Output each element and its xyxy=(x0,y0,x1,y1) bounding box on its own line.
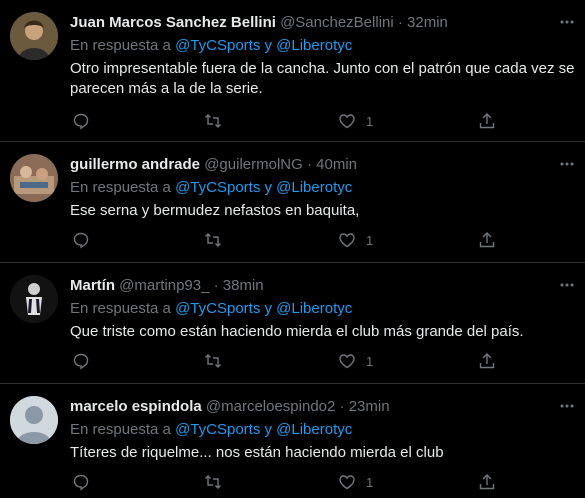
display-name[interactable]: Martín xyxy=(70,277,115,294)
reply-to-link[interactable]: @TyCSports y @Liberotyc xyxy=(175,179,352,196)
reply-prefix: En respuesta a xyxy=(70,37,171,54)
more-options-icon[interactable] xyxy=(559,156,575,172)
avatar[interactable] xyxy=(10,275,58,323)
tweet[interactable]: marcelo espindola @marceloespindo2 · 23m… xyxy=(0,384,585,498)
separator-dot: · xyxy=(397,14,403,31)
user-handle[interactable]: @SanchezBellini xyxy=(280,14,394,31)
heart-icon xyxy=(339,475,355,490)
tweet[interactable]: Juan Marcos Sanchez Bellini @SanchezBell… xyxy=(0,0,585,142)
reply-prefix: En respuesta a xyxy=(70,179,171,196)
tweet-actions: 1 xyxy=(70,471,570,493)
display-name[interactable]: guillermo andrade xyxy=(70,156,200,173)
user-photo-icon xyxy=(10,12,58,60)
timestamp[interactable]: 40min xyxy=(316,156,357,173)
share-button[interactable] xyxy=(478,350,496,372)
like-count: 1 xyxy=(366,353,374,369)
tweet-actions: 1 xyxy=(70,350,570,372)
reply-prefix: En respuesta a xyxy=(70,300,171,317)
reply-icon xyxy=(73,353,89,370)
reply-button[interactable] xyxy=(72,110,90,132)
tweet-text: Que triste como están haciendo mierda el… xyxy=(70,323,524,340)
reply-icon xyxy=(73,474,89,491)
user-photo-icon xyxy=(10,275,58,323)
retweet-icon xyxy=(205,114,221,128)
share-button[interactable] xyxy=(478,471,496,493)
tweet-header: guillermo andrade @guilermolNG · 40min xyxy=(70,156,357,174)
reply-context: En respuesta a @TyCSports y @Liberotyc xyxy=(70,37,352,55)
avatar[interactable] xyxy=(10,12,58,60)
reply-button[interactable] xyxy=(72,471,90,493)
share-button[interactable] xyxy=(478,110,496,132)
share-icon xyxy=(479,353,495,369)
reply-to-link[interactable]: @TyCSports y @Liberotyc xyxy=(175,37,352,54)
like-count: 1 xyxy=(366,113,374,129)
more-options-icon[interactable] xyxy=(559,14,575,30)
retweet-button[interactable] xyxy=(204,110,222,132)
tweet-text: Ese serna y bermudez nefastos en baquita… xyxy=(70,202,360,219)
tweet[interactable]: Martín @martinp93_ · 38min En respuesta … xyxy=(0,263,585,384)
heart-icon xyxy=(339,114,355,129)
timestamp[interactable]: 38min xyxy=(223,277,264,294)
heart-icon xyxy=(339,233,355,248)
avatar[interactable] xyxy=(10,396,58,444)
share-button[interactable] xyxy=(478,229,496,251)
separator-dot: · xyxy=(339,398,345,415)
share-icon xyxy=(479,232,495,248)
separator-dot: · xyxy=(213,277,219,294)
tweet-header: Juan Marcos Sanchez Bellini @SanchezBell… xyxy=(70,14,448,32)
timestamp[interactable]: 23min xyxy=(349,398,390,415)
default-avatar-icon xyxy=(10,396,58,444)
like-count: 1 xyxy=(366,232,374,248)
tweet-text: Títeres de riquelme... nos están haciend… xyxy=(70,444,444,461)
reply-to-link[interactable]: @TyCSports y @Liberotyc xyxy=(175,421,352,438)
reply-context: En respuesta a @TyCSports y @Liberotyc xyxy=(70,300,352,318)
reply-context: En respuesta a @TyCSports y @Liberotyc xyxy=(70,179,352,197)
user-handle[interactable]: @guilermolNG xyxy=(204,156,303,173)
tweet-header: marcelo espindola @marceloespindo2 · 23m… xyxy=(70,398,390,416)
more-options-icon[interactable] xyxy=(559,277,575,293)
like-count: 1 xyxy=(366,474,374,490)
retweet-button[interactable] xyxy=(204,229,222,251)
retweet-button[interactable] xyxy=(204,471,222,493)
tweet-header: Martín @martinp93_ · 38min xyxy=(70,277,264,295)
reply-button[interactable] xyxy=(72,229,90,251)
share-icon xyxy=(479,113,495,129)
reply-icon xyxy=(73,232,89,249)
timestamp[interactable]: 32min xyxy=(407,14,448,31)
tweet[interactable]: guillermo andrade @guilermolNG · 40min E… xyxy=(0,142,585,263)
share-icon xyxy=(479,474,495,490)
heart-icon xyxy=(339,354,355,369)
like-button[interactable]: 1 xyxy=(338,350,373,372)
like-button[interactable]: 1 xyxy=(338,110,373,132)
separator-dot: · xyxy=(306,156,312,173)
tweet-actions: 1 xyxy=(70,110,570,132)
display-name[interactable]: marcelo espindola xyxy=(70,398,202,415)
reply-button[interactable] xyxy=(72,350,90,372)
like-button[interactable]: 1 xyxy=(338,471,373,493)
reply-prefix: En respuesta a xyxy=(70,421,171,438)
tweet-actions: 1 xyxy=(70,229,570,251)
tweet-text: Otro impresentable fuera de la cancha. J… xyxy=(70,60,575,97)
retweet-icon xyxy=(205,233,221,247)
like-button[interactable]: 1 xyxy=(338,229,373,251)
user-handle[interactable]: @martinp93_ xyxy=(119,277,209,294)
user-handle[interactable]: @marceloespindo2 xyxy=(206,398,335,415)
retweet-icon xyxy=(205,354,221,368)
reply-to-link[interactable]: @TyCSports y @Liberotyc xyxy=(175,300,352,317)
retweet-icon xyxy=(205,475,221,489)
more-options-icon[interactable] xyxy=(559,398,575,414)
user-photo-icon xyxy=(10,154,58,202)
retweet-button[interactable] xyxy=(204,350,222,372)
reply-context: En respuesta a @TyCSports y @Liberotyc xyxy=(70,421,352,439)
avatar[interactable] xyxy=(10,154,58,202)
reply-icon xyxy=(73,113,89,130)
display-name[interactable]: Juan Marcos Sanchez Bellini xyxy=(70,14,276,31)
